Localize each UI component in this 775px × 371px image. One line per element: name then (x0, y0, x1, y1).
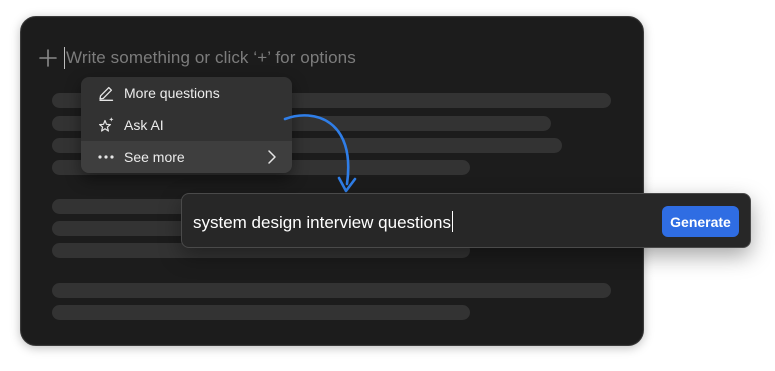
menu-item-ask-ai[interactable]: Ask AI (81, 109, 292, 141)
prompt-input-value: system design interview questions (193, 213, 451, 232)
menu-item-label: See more (124, 149, 185, 165)
menu-item-label: More questions (124, 85, 220, 101)
menu-item-more-questions[interactable]: More questions (81, 77, 292, 109)
generate-button[interactable]: Generate (662, 206, 739, 237)
options-menu: More questions Ask AI See more (81, 77, 292, 173)
chevron-right-icon (268, 150, 276, 164)
text-cursor (64, 47, 65, 69)
editor-placeholder[interactable]: Write something or click ‘+’ for options (66, 48, 356, 68)
sparkle-star-icon (99, 117, 114, 132)
prompt-input[interactable]: system design interview questions (193, 211, 453, 233)
menu-item-see-more[interactable]: See more (81, 141, 292, 173)
plus-icon[interactable] (38, 48, 58, 68)
ai-prompt-box: system design interview questions Genera… (181, 193, 751, 248)
menu-item-label: Ask AI (124, 117, 164, 133)
pencil-icon (99, 86, 114, 101)
skeleton-line (52, 283, 611, 298)
prompt-text-cursor (451, 211, 453, 232)
skeleton-line (52, 305, 470, 320)
curved-arrow-icon (283, 114, 357, 193)
illustration-stage: Write something or click ‘+’ for options… (0, 0, 775, 371)
ellipsis-icon (98, 155, 114, 159)
